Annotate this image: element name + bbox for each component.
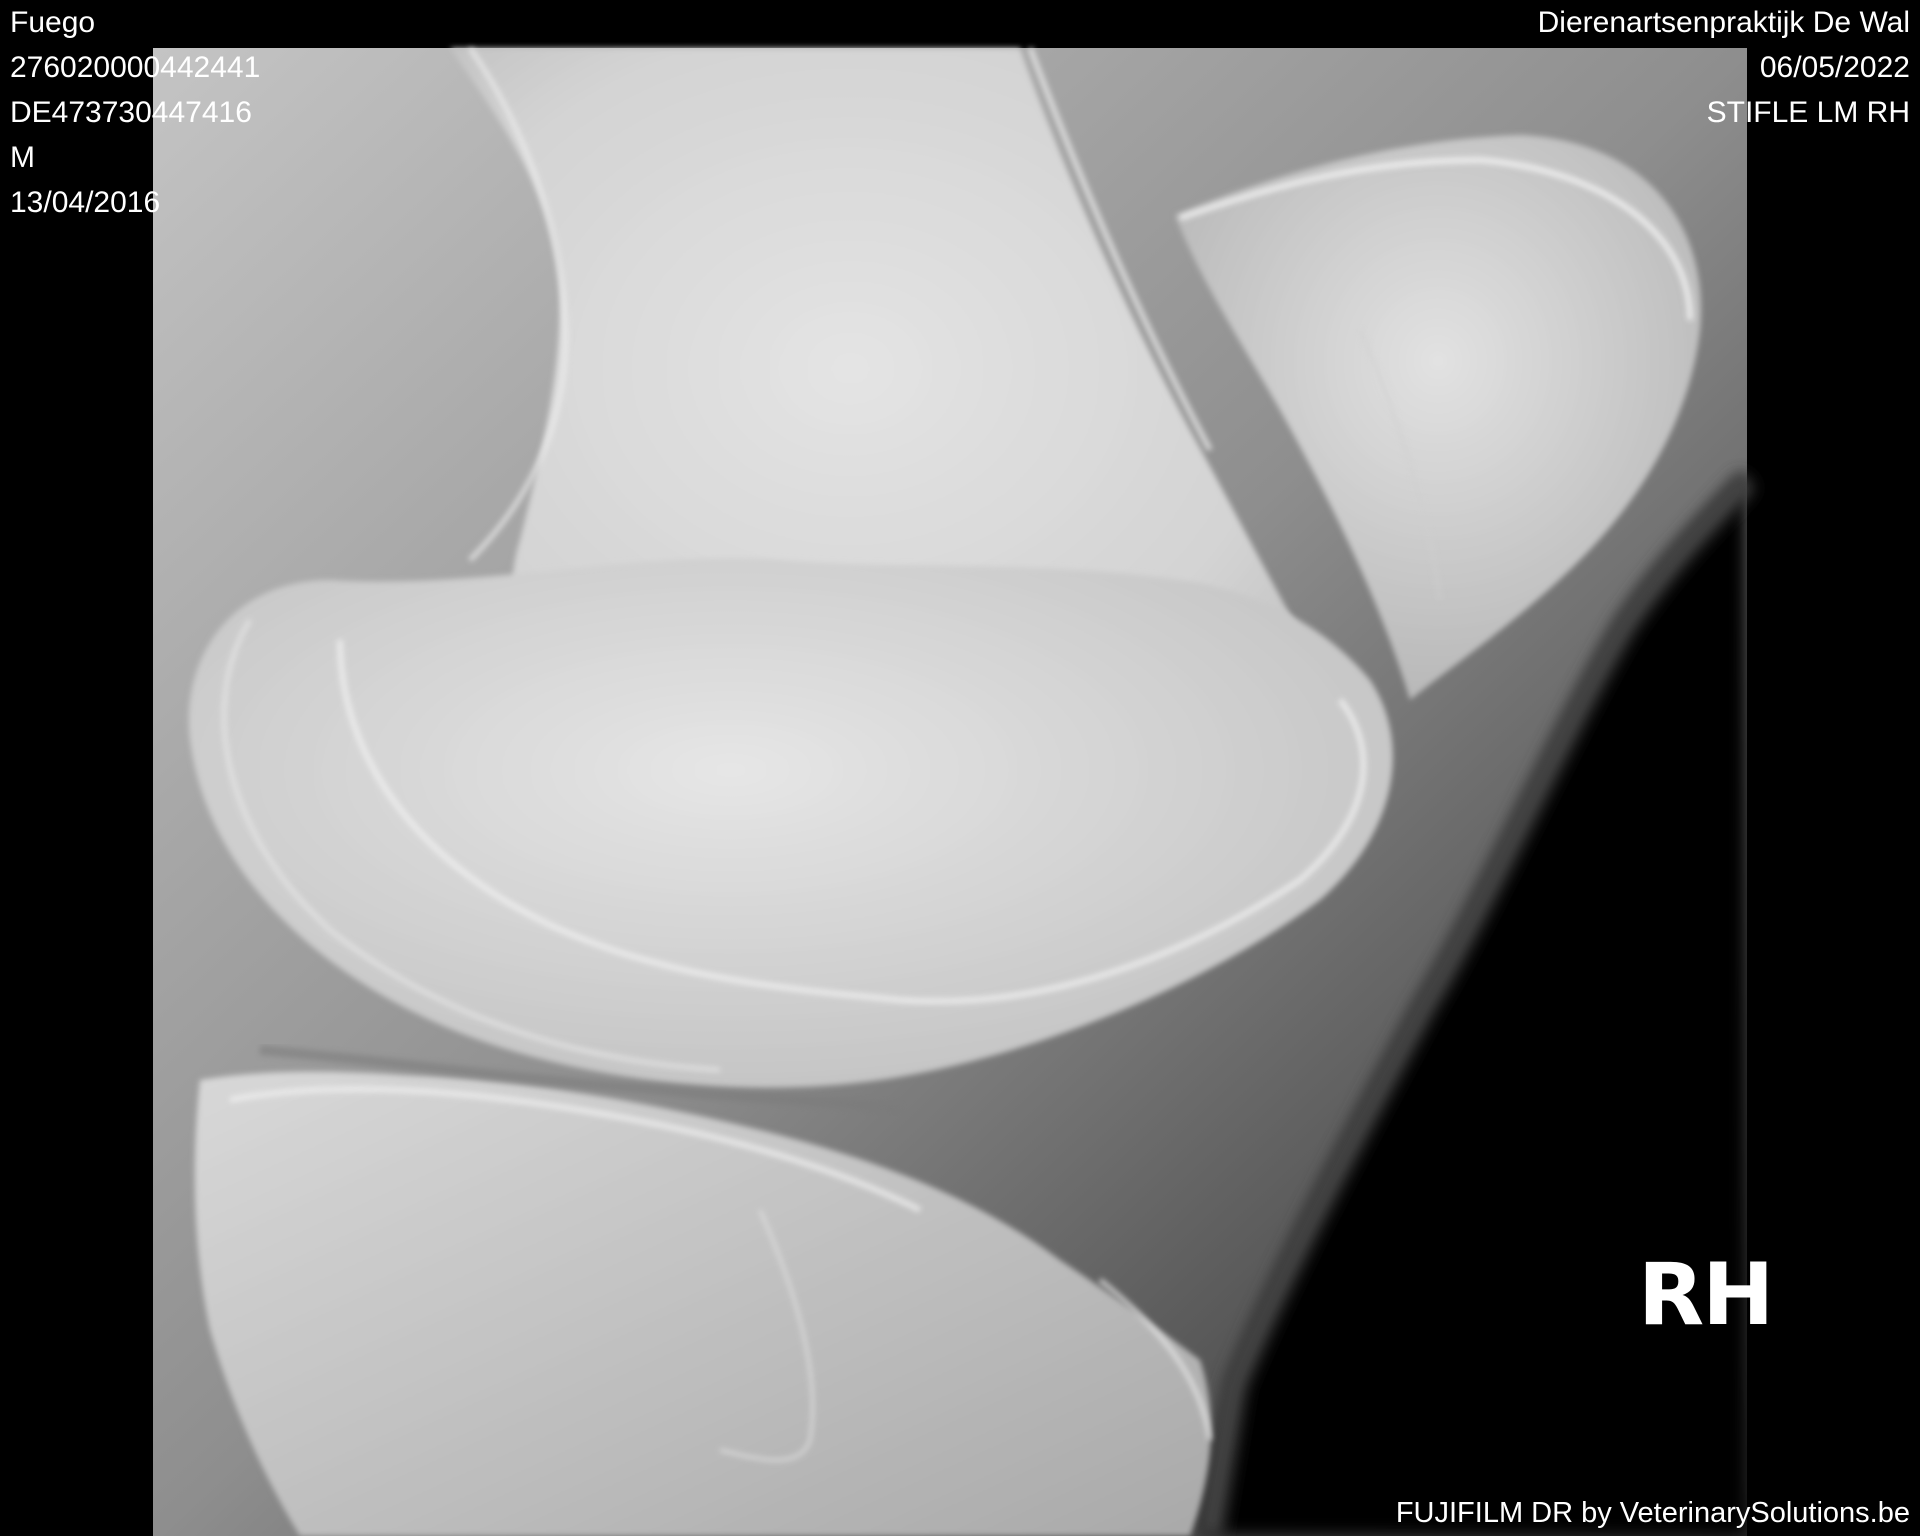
practice-name: Dierenartsenpraktijk De Wal — [1537, 6, 1910, 39]
patient-chip-id: 276020000442441 — [10, 51, 261, 84]
xray-viewer: Fuego 276020000442441 DE473730447416 M 1… — [0, 0, 1920, 1536]
patient-name: Fuego — [10, 6, 96, 39]
study-date: 06/05/2022 — [1759, 51, 1910, 84]
study-view: STIFLE LM RH — [1706, 96, 1910, 129]
equipment-footer: FUJIFILM DR by VeterinarySolutions.be — [1395, 1497, 1910, 1529]
stifle-radiograph-image — [153, 46, 1756, 1536]
side-marker: RH — [1638, 1245, 1774, 1345]
patient-passport-id: DE473730447416 — [10, 96, 252, 129]
patient-sex: M — [10, 141, 35, 174]
patient-birth-date: 13/04/2016 — [10, 186, 161, 219]
